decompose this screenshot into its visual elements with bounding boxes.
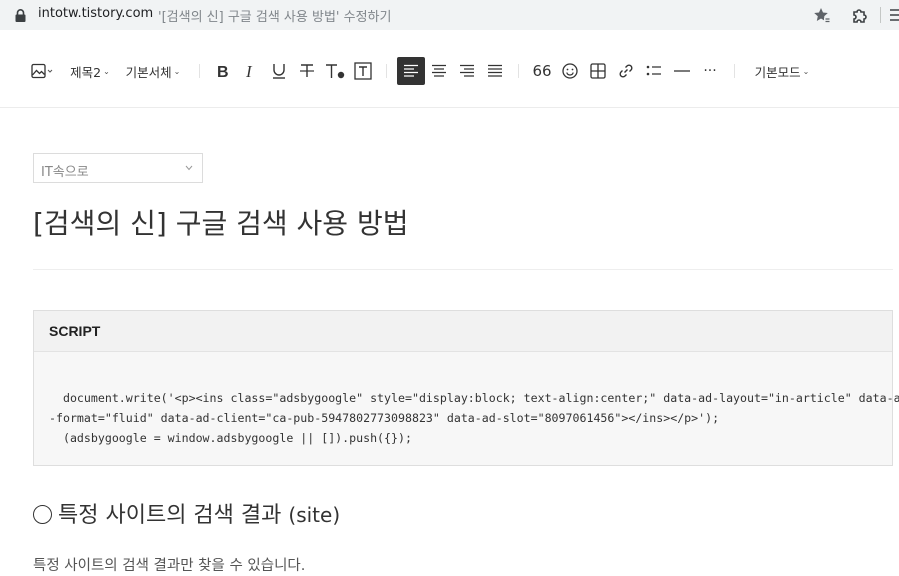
text-background-button[interactable] [352,57,374,85]
body-paragraph[interactable]: 특정 사이트의 검색 결과만 찾을 수 있습니다. [33,554,305,575]
image-icon [31,63,53,79]
svg-text:I: I [245,63,253,79]
chevron-down-icon [185,165,193,171]
category-value: IT속으로 [41,165,89,180]
text-color-button[interactable] [324,57,346,85]
align-justify-icon [488,64,502,77]
underline-button[interactable] [268,57,290,85]
italic-button[interactable]: I [240,57,262,85]
emoticon-icon [562,63,578,79]
extensions-icon[interactable] [849,5,869,25]
emoticon-button[interactable] [559,57,581,85]
align-right-icon [460,64,474,77]
horizontal-rule-button[interactable] [671,57,693,85]
align-left-icon [404,64,418,77]
lock-icon[interactable] [15,9,26,22]
font-dropdown-label: 기본서체 [125,64,172,80]
heading-dropdown-label: 제목2 [70,64,102,80]
table-icon [590,63,606,79]
editor-toolbar: 제목2 ⌄ 기본서체 ⌄ B I 66 ··· 기본모드 ⌄ [0,30,899,108]
quote-icon: 66 [532,62,552,80]
script-block-header: SCRIPT [34,311,892,352]
bold-icon: B [217,64,229,79]
text-color-icon [326,64,345,79]
chevron-down-icon: ⌄ [173,66,181,76]
address-bar[interactable]: intotw.tistory.com '[검색의 신] 구글 검색 사용 방법'… [0,0,899,30]
bullet-list-icon [646,65,661,76]
script-block[interactable]: SCRIPT document.write('<p><ins class="ad… [33,310,899,466]
quote-button[interactable]: 66 [530,57,554,85]
underline-icon [273,64,285,79]
more-options-button[interactable]: ··· [699,57,721,85]
toolbar-divider [518,64,519,78]
align-left-button[interactable] [397,57,425,85]
circle-bullet-icon [33,505,52,524]
bullet-list-button[interactable] [643,57,665,85]
svg-text:B: B [217,64,229,79]
star-icon[interactable] [813,6,831,24]
align-center-button[interactable] [428,57,450,85]
bold-button[interactable]: B [212,57,234,85]
more-icon: ··· [703,63,717,79]
address-bar-divider [880,7,881,23]
menu-icon[interactable] [889,8,899,22]
strikethrough-icon [300,64,314,77]
text-background-icon [354,62,372,80]
align-right-button[interactable] [456,57,478,85]
heading-dropdown[interactable]: 제목2 ⌄ [68,57,112,85]
align-justify-button[interactable] [484,57,506,85]
category-select[interactable]: IT속으로 [33,153,203,183]
post-title-input[interactable]: [검색의 신] 구글 검색 사용 방법 [33,202,408,242]
section-heading-suffix: (site) [288,503,341,527]
table-button[interactable] [587,57,609,85]
italic-icon: I [245,63,253,79]
url-host[interactable]: intotw.tistory.com [38,6,153,21]
title-divider [33,269,893,270]
image-insert-button[interactable] [28,57,56,85]
url-page-title: '[검색의 신] 구글 검색 사용 방법' 수정하기 [158,10,392,25]
code-line: document.write('<p><ins class="adsbygoog… [49,391,899,405]
mode-dropdown-label: 기본모드 [754,64,801,80]
script-block-label: SCRIPT [49,323,101,339]
align-center-icon [432,64,446,77]
link-button[interactable] [615,57,637,85]
code-line: (adsbygoogle = window.adsbygoogle || [])… [49,431,412,445]
strikethrough-button[interactable] [296,57,318,85]
link-icon [619,64,633,78]
toolbar-divider [199,64,200,78]
chevron-down-icon: ⌄ [103,66,110,76]
section-heading[interactable]: 특정 사이트의 검색 결과 (site) [33,497,340,529]
font-dropdown[interactable]: 기본서체 ⌄ [123,57,183,85]
section-heading-text: 특정 사이트의 검색 결과 [58,503,282,528]
mode-dropdown[interactable]: 기본모드 ⌄ [752,57,812,85]
toolbar-divider [734,64,735,78]
horizontal-rule-icon [674,70,690,72]
code-line: -format="fluid" data-ad-client="ca-pub-5… [49,411,720,425]
toolbar-divider [386,64,387,78]
chevron-down-icon: ⌄ [802,66,810,76]
